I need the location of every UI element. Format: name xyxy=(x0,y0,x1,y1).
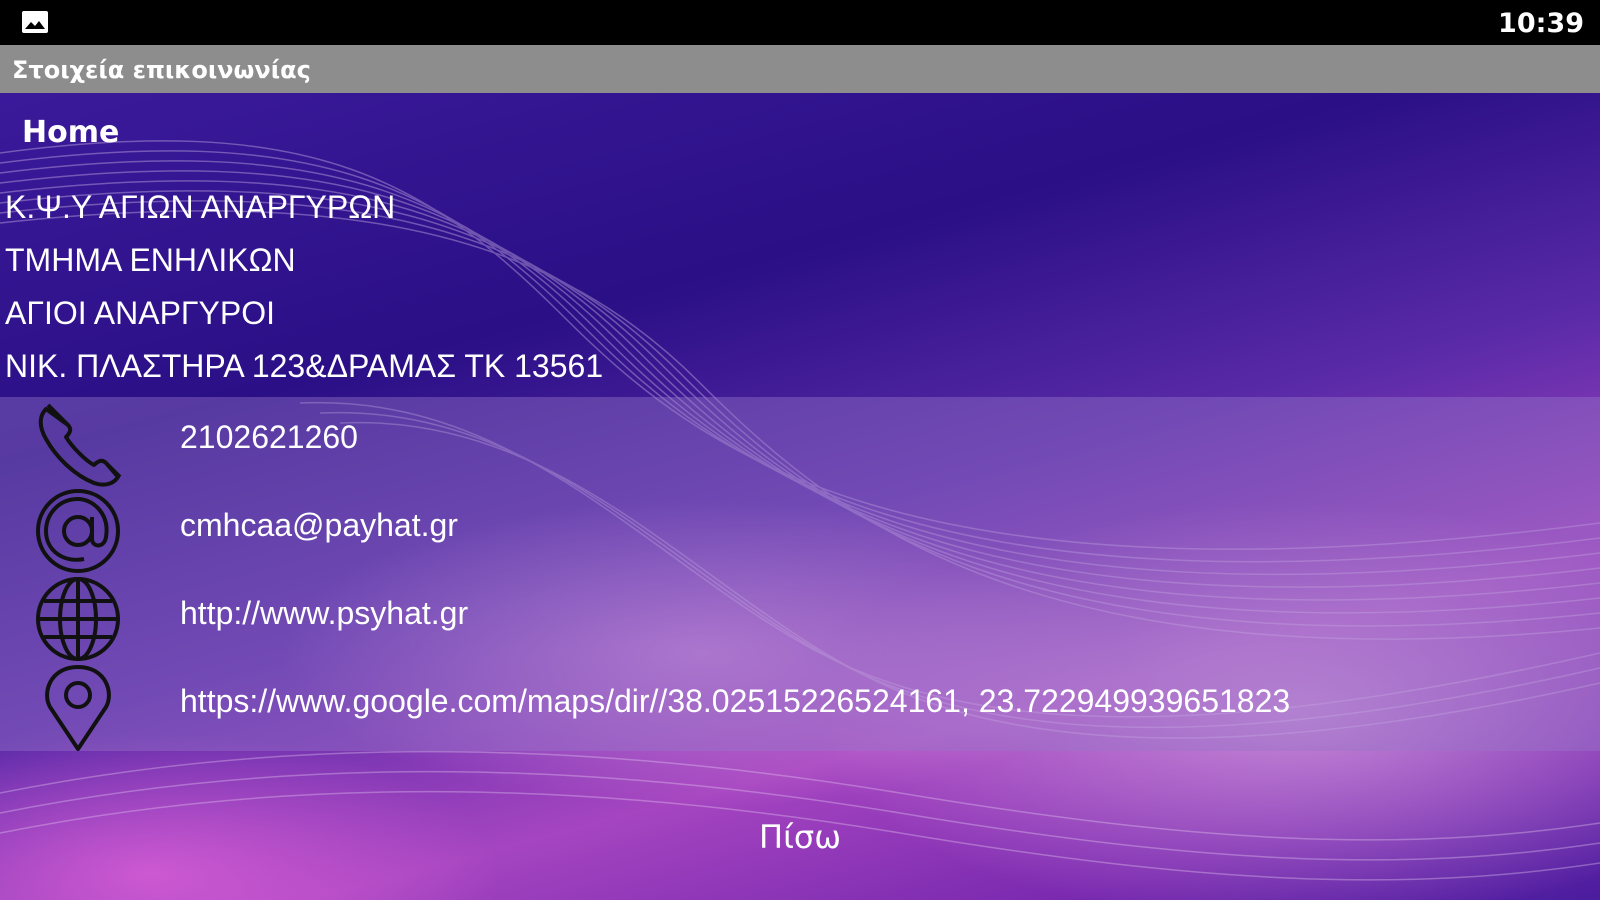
contact-row-phone[interactable]: 2102621260 xyxy=(0,397,1600,487)
email-address[interactable]: cmhcaa@payhat.gr xyxy=(180,507,458,544)
website-url[interactable]: http://www.psyhat.gr xyxy=(180,595,468,632)
map-directions-link[interactable]: https://www.google.com/maps/dir//38.0251… xyxy=(180,683,1290,720)
gallery-icon xyxy=(22,11,48,33)
address-line-department: ΤΜΗΜΑ ΕΝΗΛΙΚΩΝ xyxy=(5,242,296,278)
status-bar: 10:39 xyxy=(0,0,1600,45)
contact-screen: Home Κ.Ψ.Υ ΑΓΙΩΝ ΑΝΑΡΓΥΡΩΝ ΤΜΗΜΑ ΕΝΗΛΙΚΩ… xyxy=(0,93,1600,900)
map-pin-icon xyxy=(45,665,111,751)
contact-panel: 2102621260 cmhcaa@payhat.gr http://www.p… xyxy=(0,397,1600,751)
address-line-area: ΑΓΙΟΙ ΑΝΑΡΓΥΡΟΙ xyxy=(5,295,275,331)
clock: 10:39 xyxy=(1498,8,1584,39)
address-line-street: ΝΙΚ. ΠΛΑΣΤΗΡΑ 123&ΔΡΑΜΑΣ ΤΚ 13561 xyxy=(5,348,604,384)
page-title: Στοιχεία επικοινωνίας xyxy=(12,56,311,84)
contact-row-email[interactable]: cmhcaa@payhat.gr xyxy=(0,485,1600,573)
contact-row-map[interactable]: https://www.google.com/maps/dir//38.0251… xyxy=(0,661,1600,751)
phone-icon xyxy=(38,403,122,487)
back-button[interactable]: Πίσω xyxy=(700,809,900,865)
address-line-center-name: Κ.Ψ.Υ ΑΓΙΩΝ ΑΝΑΡΓΥΡΩΝ xyxy=(5,189,396,225)
email-at-icon xyxy=(36,489,120,573)
phone-number[interactable]: 2102621260 xyxy=(180,419,358,456)
globe-icon xyxy=(36,577,120,661)
contact-row-website[interactable]: http://www.psyhat.gr xyxy=(0,573,1600,661)
title-bar: Στοιχεία επικοινωνίας xyxy=(0,45,1600,93)
home-link[interactable]: Home xyxy=(22,115,119,150)
